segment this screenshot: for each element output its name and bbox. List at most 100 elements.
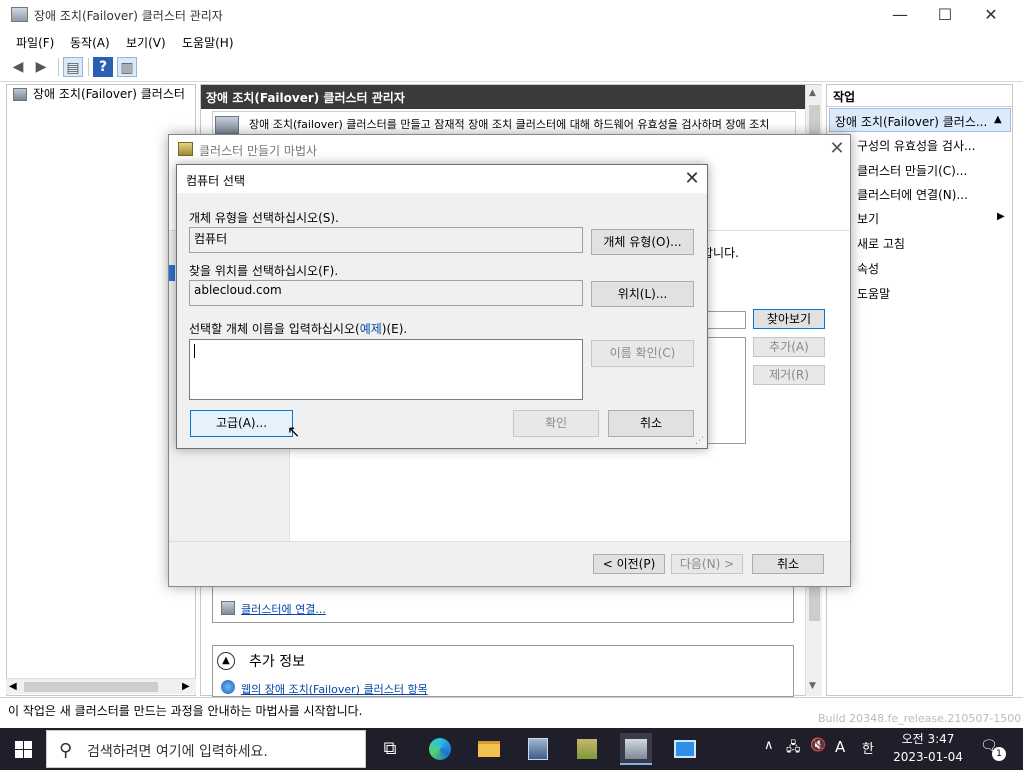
location-field: ablecloud.com [189,280,583,306]
mouse-cursor-icon: ↖ [287,422,301,441]
previous-button[interactable]: < 이전(P) [593,554,665,574]
object-types-button[interactable]: 개체 유형(O)... [591,229,694,255]
ok-button[interactable]: 확인 [513,410,599,437]
action-create-cluster[interactable]: 클러스터 만들기(C)... [857,162,1007,179]
help-icon[interactable]: ? [93,57,113,77]
collapse-icon[interactable]: ▲ [217,652,235,670]
edge-browser-icon[interactable] [424,733,456,765]
menu-view[interactable]: 보기(V) [126,34,166,51]
server-name-input[interactable] [706,311,746,329]
dialog-cancel-button[interactable]: 취소 [608,410,694,437]
action-refresh[interactable]: 새로 고침 [857,235,1007,252]
file-explorer-icon[interactable] [473,733,505,765]
menu-action[interactable]: 동작(A) [70,34,110,51]
toolbar-divider [88,58,89,76]
wizard-close-icon[interactable]: ✕ [825,137,849,161]
minimize-button[interactable]: — [877,0,923,30]
overview-text: 장애 조치(failover) 클러스터를 만들고 잠재적 장애 조치 클러스터… [249,118,770,131]
collapse-up-icon[interactable]: ▲ [994,114,1002,125]
add-button[interactable]: 추가(A) [753,337,825,357]
start-button[interactable] [0,728,46,770]
locations-button[interactable]: 위치(L)... [591,281,694,307]
remote-desktop-icon[interactable] [669,733,701,765]
connect-cluster-link[interactable]: 클러스터에 연결... [241,601,326,617]
center-header-title: 장애 조치(Failover) 클러스터 관리자 [206,91,405,105]
taskbar-clock[interactable]: 오전 3:47 2023-01-04 [888,730,968,766]
scroll-right-icon[interactable]: ▶ [182,681,190,692]
language-indicator[interactable]: 한 [862,738,874,757]
check-names-button[interactable]: 이름 확인(C) [591,340,694,367]
text-caret [194,344,195,358]
action-connect-cluster[interactable]: 클러스터에 연결(N)... [857,186,1007,203]
tree-node-failover-cluster[interactable]: 장애 조치(Failover) 클러스터 [11,85,195,103]
taskbar: ⚲ 검색하려면 여기에 입력하세요. ⧉ ∧ 🖧 🔇 A 한 오전 3:47 2… [0,728,1023,770]
actions-header: 작업 [827,85,1012,107]
select-computer-dialog: 컴퓨터 선택 ✕ 개체 유형을 선택하십시오(S). 컴퓨터 개체 유형(O).… [176,164,708,449]
dialog-titlebar [177,165,707,193]
forward-icon[interactable]: ▶ [31,57,51,77]
object-names-label: 선택할 개체 이름을 입력하십시오(예제)(E). [189,320,407,337]
actions-pane: 작업 장애 조치(Failover) 클러스... ▲ 구성의 유효성을 검사.… [826,84,1013,696]
object-names-label-end: )(E). [381,322,408,336]
tree-node-label: 장애 조치(Failover) 클러스터 [33,87,185,101]
toolbar: ◀ ▶ ▤ ? ▥ [0,54,1023,82]
object-names-textarea[interactable] [189,339,583,400]
examples-link[interactable]: 예제 [360,322,382,336]
maximize-button[interactable]: ☐ [922,0,968,30]
close-button[interactable]: ✕ [968,0,1014,30]
action-validate-config[interactable]: 구성의 유효성을 검사... [857,137,1007,154]
advanced-button[interactable]: 고급(A)... [190,410,293,437]
toolbar-divider [58,58,59,76]
object-type-field: 컴퓨터 [189,227,583,253]
wizard-footer: < 이전(P) 다음(N) > 취소 [169,541,850,586]
task-view-icon[interactable]: ⧉ [374,733,406,765]
menu-bar: 파일(F) 동작(A) 보기(V) 도움말(H) [0,30,1023,54]
browse-button[interactable]: 찾아보기 [753,309,825,329]
dialog-close-icon[interactable]: ✕ [681,168,703,190]
location-label: 찾을 위치를 선택하십시오(F). [189,264,339,278]
volume-muted-icon[interactable]: 🔇 [810,738,826,753]
window-title: 장애 조치(Failover) 클러스터 관리자 [34,9,223,23]
connect-cluster-icon [221,601,235,615]
search-placeholder: 검색하려면 여기에 입력하세요. [87,744,268,760]
more-info-title: 추가 정보 [249,654,305,670]
center-header: 장애 조치(Failover) 클러스터 관리자 [201,85,805,109]
network-icon[interactable]: 🖧 [786,738,801,760]
more-info-box: ▲ 추가 정보 웹의 장애 조치(Failover) 클러스터 항목 [212,645,794,697]
scroll-up-icon[interactable]: ▲ [809,88,816,98]
show-hide-tree-icon[interactable]: ▤ [63,57,83,77]
server-manager-icon[interactable] [522,733,554,765]
scroll-left-icon[interactable]: ◀ [9,681,17,692]
scroll-thumb[interactable] [24,682,158,692]
cluster-icon [13,88,27,101]
tray-overflow-icon[interactable]: ∧ [764,738,774,753]
remove-button[interactable]: 제거(R) [753,365,825,385]
menu-help[interactable]: 도움말(H) [182,34,234,51]
actions-group-label: 장애 조치(Failover) 클러스... [835,115,988,129]
dialog-title: 컴퓨터 선택 [186,174,246,188]
package-app-icon[interactable] [571,733,603,765]
resize-grip-icon[interactable]: ⋰ [695,436,704,446]
ime-mode-indicator[interactable]: A [835,738,845,756]
object-names-label-start: 선택할 개체 이름을 입력하십시오( [189,322,360,336]
taskbar-search-box[interactable]: ⚲ 검색하려면 여기에 입력하세요. [46,730,366,768]
menu-file[interactable]: 파일(F) [16,34,54,51]
object-type-label: 개체 유형을 선택하십시오(S). [189,211,339,225]
web-failover-link[interactable]: 웹의 장애 조치(Failover) 클러스터 항목 [241,681,428,697]
show-hide-action-pane-icon[interactable]: ▥ [117,57,137,77]
wizard-cancel-button[interactable]: 취소 [752,554,824,574]
notification-center-icon[interactable]: 🗨 1 [980,738,1006,761]
cluster-overview-icon [215,116,239,134]
status-text: 이 작업은 새 클러스터를 만드는 과정을 안내하는 마법사를 시작합니다. [8,704,363,718]
failover-cluster-manager-icon[interactable] [620,733,652,765]
action-properties[interactable]: 속성 [857,260,1007,277]
next-button[interactable]: 다음(N) > [671,554,743,574]
actions-group-header[interactable]: 장애 조치(Failover) 클러스... ▲ [829,108,1011,132]
action-help[interactable]: 도움말 [857,285,1007,302]
selected-servers-list[interactable] [706,337,746,444]
cluster-app-icon [11,7,28,22]
tree-horizontal-scrollbar[interactable]: ◀ ▶ [6,678,196,694]
scroll-down-icon[interactable]: ▼ [809,681,816,691]
back-icon[interactable]: ◀ [8,57,28,77]
action-view[interactable]: 보기 [857,210,1007,227]
